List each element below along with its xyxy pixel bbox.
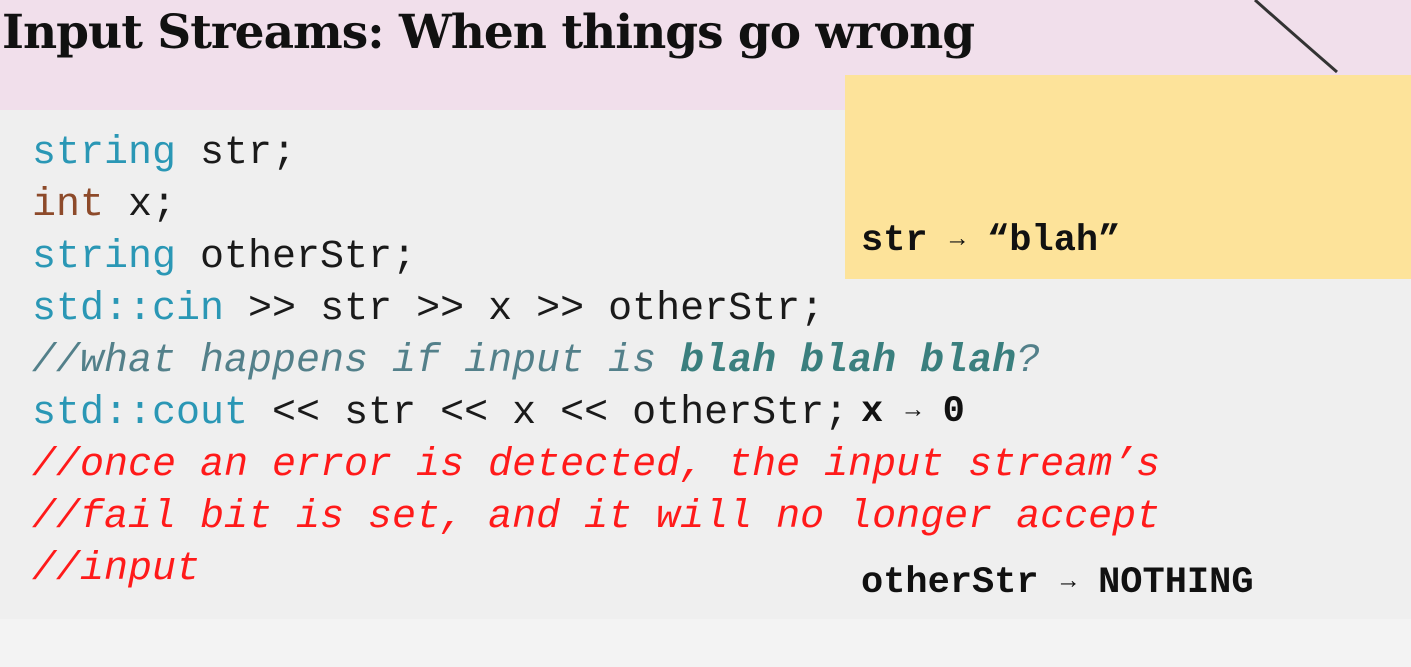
value-callout: str → “blah” x → 0 otherStr → NOTHING xyxy=(845,75,1411,604)
variable-name: str xyxy=(861,220,928,262)
variable-name: otherStr xyxy=(861,562,1039,604)
right-arrow-icon: → xyxy=(1060,567,1076,596)
callout-row-str: str → “blah” xyxy=(861,211,1411,268)
type-keyword: string xyxy=(32,131,177,176)
code-text: >> str >> x >> otherStr; xyxy=(224,287,825,332)
comment-text: //what happens if input is xyxy=(32,339,681,384)
namespace: std:: xyxy=(32,287,153,332)
callout-row-x: x → 0 xyxy=(861,382,1411,439)
code-text: x; xyxy=(104,183,177,228)
code-text: otherStr; xyxy=(176,235,417,280)
type-keyword: string xyxy=(32,235,177,280)
right-arrow-icon: → xyxy=(905,396,921,425)
slide-title: Input Streams: When things go wrong xyxy=(2,5,975,60)
right-arrow-icon: → xyxy=(949,225,965,254)
callout-row-otherstr: otherStr → NOTHING xyxy=(861,553,1411,610)
stream-object: cin xyxy=(152,287,225,332)
type-keyword: int xyxy=(32,183,105,228)
variable-value: 0 xyxy=(942,391,965,433)
code-text: str; xyxy=(176,131,297,176)
variable-name: x xyxy=(861,391,884,433)
code-text: << str << x << otherStr; xyxy=(248,391,849,436)
namespace: std:: xyxy=(32,391,153,436)
stream-object: cout xyxy=(152,391,249,436)
variable-value: NOTHING xyxy=(1098,562,1254,604)
variable-value: “blah” xyxy=(987,220,1121,262)
